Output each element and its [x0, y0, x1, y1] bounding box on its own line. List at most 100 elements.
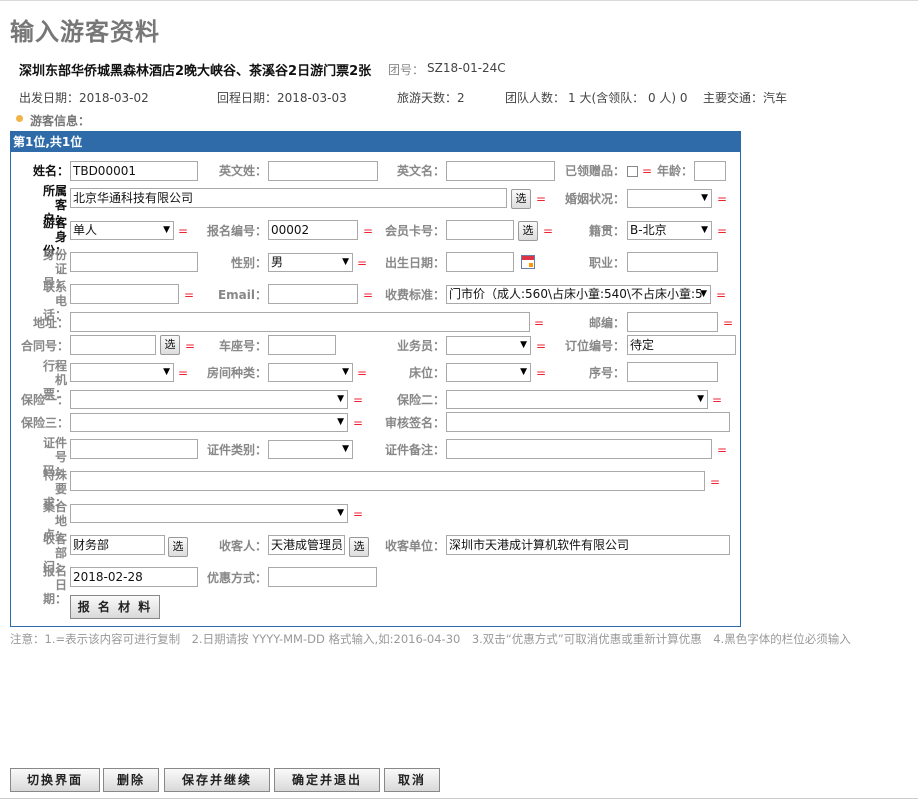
- en-name-label: 英文名：: [396, 164, 445, 178]
- native-copy-eq[interactable]: =: [717, 224, 727, 238]
- fee-std-value: 门市价（成人:560\占床小童:540\不占床小童:5: [449, 287, 703, 301]
- en-name-field[interactable]: [446, 161, 555, 181]
- native-select[interactable]: B-北京 ▼: [627, 221, 712, 240]
- signup-material-button[interactable]: 报 名 材 料: [70, 595, 160, 619]
- fee-std-select[interactable]: 门市价（成人:560\占床小童:540\不占床小童:5 ▼: [446, 285, 711, 304]
- discount-field[interactable]: [268, 567, 377, 587]
- seat-field[interactable]: [268, 335, 336, 355]
- salesman-copy-eq[interactable]: =: [536, 339, 546, 353]
- fee-copy-eq[interactable]: =: [716, 288, 726, 302]
- team-size-label: 团队人数：: [505, 91, 566, 105]
- room-type-select[interactable]: ▼: [268, 363, 353, 382]
- guest-info-heading: 游客信息：: [30, 114, 91, 128]
- return-date: 回程日期：2018-03-03: [217, 91, 347, 105]
- recv-unit-field[interactable]: 深圳市天港成计算机软件有限公司: [446, 535, 730, 555]
- save-continue-button[interactable]: 保存并继续: [164, 768, 270, 792]
- signup-no-label: 报名编号：: [206, 224, 267, 238]
- panel-header: 第1位,共1位: [11, 132, 740, 152]
- group-no-label: 团号：: [388, 63, 425, 77]
- contract-field[interactable]: [70, 335, 156, 355]
- email-field[interactable]: [268, 284, 358, 304]
- address-field[interactable]: [70, 312, 530, 332]
- salesman-select[interactable]: ▼: [446, 336, 531, 355]
- bed-copy-eq[interactable]: =: [536, 366, 546, 380]
- ins2-select[interactable]: ▼: [446, 390, 708, 409]
- client-field[interactable]: 北京华通科技有限公司: [70, 188, 507, 208]
- ins3-select[interactable]: ▼: [70, 413, 348, 432]
- gift-checkbox[interactable]: [627, 166, 638, 177]
- native-value: B-北京: [630, 223, 667, 237]
- member-copy-eq[interactable]: =: [543, 224, 553, 238]
- id-no-field[interactable]: [70, 252, 198, 272]
- audit-sign-field[interactable]: [446, 412, 730, 432]
- order-no-field[interactable]: 待定: [627, 335, 736, 355]
- bed-select[interactable]: ▼: [446, 363, 531, 382]
- receiver-pick-button[interactable]: 选: [349, 537, 369, 557]
- member-card-field[interactable]: [446, 220, 514, 240]
- calendar-icon[interactable]: [521, 255, 535, 269]
- gather-copy-eq[interactable]: =: [353, 507, 363, 521]
- signup-date-field[interactable]: 2018-02-28: [70, 567, 198, 587]
- confirm-exit-button[interactable]: 确定并退出: [274, 768, 380, 792]
- cert-note-field[interactable]: [446, 439, 712, 459]
- order-no-label: 订位编号：: [564, 339, 625, 353]
- signup-copy-eq[interactable]: =: [363, 224, 373, 238]
- email-copy-eq[interactable]: =: [363, 288, 373, 302]
- itinerary-select[interactable]: ▼: [70, 363, 174, 382]
- special-copy-eq[interactable]: =: [710, 475, 720, 489]
- signup-no-field[interactable]: 00002: [268, 220, 358, 240]
- recv-dept-field[interactable]: 财务部: [70, 535, 165, 555]
- en-surname-field[interactable]: [268, 161, 378, 181]
- switch-view-button[interactable]: 切换界面: [10, 768, 100, 792]
- email-label: Email：: [217, 288, 267, 302]
- contract-copy-eq[interactable]: =: [185, 339, 195, 353]
- address-copy-eq[interactable]: =: [534, 316, 544, 330]
- member-pick-button[interactable]: 选: [518, 221, 538, 241]
- job-field[interactable]: [627, 252, 718, 272]
- special-field[interactable]: [70, 471, 705, 491]
- name-field[interactable]: TBD00001: [70, 161, 198, 181]
- audit-sign-label: 审核签名：: [384, 416, 445, 430]
- ins1-select[interactable]: ▼: [70, 390, 348, 409]
- cert-type-label: 证件类别：: [206, 443, 267, 457]
- birthday-field[interactable]: [446, 252, 514, 272]
- ins3-copy-eq[interactable]: =: [353, 416, 363, 430]
- team-size: 1 大(含领队： 0 人) 0: [568, 91, 688, 105]
- cert-copy-eq[interactable]: =: [717, 443, 727, 457]
- ins2-copy-eq[interactable]: =: [712, 393, 722, 407]
- room-copy-eq[interactable]: =: [357, 366, 367, 380]
- client-pick-button[interactable]: 选: [511, 189, 531, 209]
- chevron-down-icon: ▼: [342, 367, 349, 377]
- zip-field[interactable]: [627, 312, 718, 332]
- tour-days: 旅游天数：2: [397, 91, 465, 105]
- age-field[interactable]: [694, 161, 726, 181]
- marriage-select[interactable]: ▼: [627, 189, 712, 208]
- contract-pick-button[interactable]: 选: [160, 335, 180, 355]
- cert-type-select[interactable]: ▼: [268, 440, 353, 459]
- gift-label: 已领赠品：: [564, 164, 625, 178]
- gender-select[interactable]: 男 ▼: [268, 253, 353, 272]
- note-text: 注意：1.=表示该内容可进行复制 2.日期请按 YYYY-MM-DD 格式输入,…: [10, 632, 851, 646]
- chevron-down-icon: ▼: [163, 367, 170, 377]
- receiver-field[interactable]: 天港成管理员: [268, 535, 345, 555]
- ins1-copy-eq[interactable]: =: [353, 393, 363, 407]
- itinerary-copy-eq[interactable]: =: [178, 366, 188, 380]
- gather-select[interactable]: ▼: [70, 504, 348, 523]
- cert-no-field[interactable]: [70, 439, 198, 459]
- identity-copy-eq[interactable]: =: [178, 224, 188, 238]
- phone-copy-eq[interactable]: =: [184, 288, 194, 302]
- identity-value: 单人: [73, 223, 98, 237]
- chevron-down-icon: ▼: [342, 444, 349, 454]
- recv-dept-pick-button[interactable]: 选: [168, 537, 188, 557]
- gender-copy-eq[interactable]: =: [357, 256, 367, 270]
- seq-field[interactable]: [627, 362, 718, 382]
- identity-select[interactable]: 单人 ▼: [70, 221, 174, 240]
- client-copy-eq[interactable]: =: [536, 192, 546, 206]
- delete-button[interactable]: 删除: [103, 768, 159, 792]
- ins1-label: 保险一：: [20, 393, 69, 407]
- receiver-label: 收客人：: [218, 539, 267, 553]
- phone-field[interactable]: [70, 284, 179, 304]
- cancel-button[interactable]: 取消: [384, 768, 440, 792]
- zip-copy-eq[interactable]: =: [723, 316, 733, 330]
- marriage-copy-eq[interactable]: =: [717, 192, 727, 206]
